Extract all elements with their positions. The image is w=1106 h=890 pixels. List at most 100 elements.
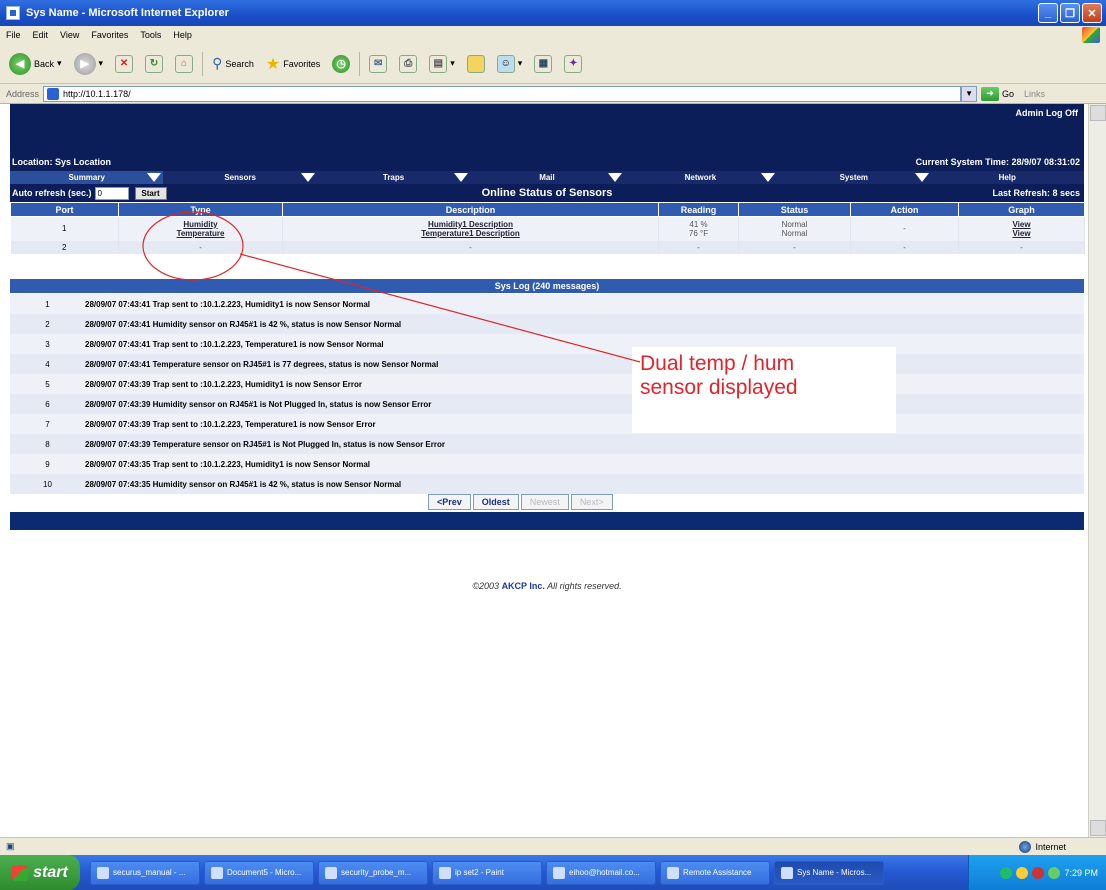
taskbar-item-label: eihoo@hotmail.co...: [569, 868, 640, 877]
humidity-reading: 41 %: [689, 219, 708, 229]
status-cell: -: [738, 240, 851, 254]
taskbar-item[interactable]: Document5 - Micro...: [204, 860, 314, 885]
word-doc-icon: [97, 866, 109, 879]
go-arrow-icon: ➜: [981, 86, 1000, 101]
menu-favorites[interactable]: Favorites: [91, 30, 128, 40]
tab-mail[interactable]: Mail: [470, 171, 623, 184]
window-title: Sys Name - Microsoft Internet Explorer: [26, 7, 229, 19]
taskbar-item[interactable]: ip set2 - Paint: [432, 860, 542, 885]
mail-button[interactable]: ✉: [366, 50, 390, 78]
menu-edit[interactable]: Edit: [33, 30, 49, 40]
type-cell: Humidity Temperature: [118, 216, 283, 241]
tray-icon[interactable]: [1016, 866, 1029, 879]
menu-file[interactable]: File: [6, 30, 21, 40]
address-dropdown[interactable]: ▼: [961, 85, 978, 102]
minimize-button[interactable]: _: [1038, 3, 1058, 23]
taskbar-item[interactable]: securus_manual - ...: [90, 860, 200, 885]
home-button[interactable]: ⌂: [172, 50, 196, 78]
taskbar-item[interactable]: Remote Assistance: [660, 860, 770, 885]
scroll-up-arrow[interactable]: [1090, 105, 1106, 121]
admin-logoff-link[interactable]: Admin Log Off: [1016, 108, 1079, 118]
start-button[interactable]: start: [0, 855, 80, 890]
description-cell: Humidity1 Description Temperature1 Descr…: [282, 216, 659, 241]
stop-button[interactable]: ✕: [112, 50, 136, 78]
search-button[interactable]: ⚲ Search: [209, 50, 257, 78]
menu-tools[interactable]: Tools: [140, 30, 161, 40]
ie-app-icon: [6, 6, 20, 20]
home-icon: ⌂: [175, 54, 194, 73]
oldest-button[interactable]: Oldest: [472, 494, 519, 510]
auto-refresh-label: Auto refresh (sec.): [12, 188, 92, 198]
links-button[interactable]: Links: [1024, 89, 1045, 99]
close-button[interactable]: ✕: [1082, 3, 1102, 23]
col-type: Type: [118, 202, 283, 217]
table-header-row: Port Type Description Reading Status Act…: [10, 202, 1085, 217]
folder-button[interactable]: [464, 50, 488, 78]
research-button[interactable]: ▦: [531, 50, 555, 78]
restore-button[interactable]: ❐: [1060, 3, 1080, 23]
messenger-button[interactable]: ☺ ▾: [494, 50, 526, 78]
tab-label: System: [839, 173, 869, 182]
col-reading: Reading: [658, 202, 739, 217]
temperature-type-link[interactable]: Temperature: [119, 229, 282, 238]
history-button[interactable]: ◷: [329, 50, 353, 78]
table-row: 2 - - - - - -: [10, 240, 1085, 254]
taskbar-item[interactable]: eihoo@hotmail.co...: [546, 860, 656, 885]
go-button[interactable]: ➜ Go: [981, 86, 1015, 101]
prev-button[interactable]: <Prev: [428, 494, 471, 510]
window-titlebar[interactable]: Sys Name - Microsoft Internet Explorer _…: [0, 0, 1106, 26]
log-message: 28/09/07 07:43:41 Humidity sensor on RJ4…: [85, 314, 1084, 334]
refresh-button[interactable]: ↻: [142, 50, 166, 78]
mail-icon: ✉: [369, 54, 388, 73]
forward-button[interactable]: ▶ ▾: [71, 50, 107, 78]
menu-help[interactable]: Help: [173, 30, 192, 40]
taskbar-item[interactable]: security_probe_m...: [318, 860, 428, 885]
zone-label: Internet: [1035, 841, 1066, 852]
scroll-down-arrow[interactable]: [1090, 820, 1106, 836]
tab-help[interactable]: Help: [931, 171, 1084, 184]
temperature-description-link[interactable]: Temperature1 Description: [283, 229, 658, 238]
auto-refresh-input[interactable]: [94, 186, 129, 200]
tab-sensors[interactable]: Sensors: [163, 171, 316, 184]
humidity-type-link[interactable]: Humidity: [119, 220, 282, 229]
syslog-table: 1 28/09/07 07:43:41 Trap sent to :10.1.2.…: [10, 294, 1084, 494]
humidity-description-link[interactable]: Humidity1 Description: [283, 220, 658, 229]
screen: Sys Name - Microsoft Internet Explorer _…: [0, 0, 1106, 890]
brand-link[interactable]: AKCP Inc.: [502, 581, 545, 591]
tab-label: Sensors: [224, 173, 256, 182]
start-button[interactable]: Start: [134, 186, 167, 200]
edit-button[interactable]: ▤ ▾: [426, 50, 458, 78]
tab-summary[interactable]: Summary: [10, 171, 164, 184]
log-number: 7: [10, 414, 85, 434]
print-button[interactable]: ⎙: [396, 50, 420, 78]
humidity-graph-view-link[interactable]: View: [959, 220, 1084, 229]
col-graph: Graph: [958, 202, 1085, 217]
discuss-button[interactable]: ✦: [561, 50, 585, 78]
newest-button[interactable]: Newest: [520, 494, 569, 510]
temperature-graph-view-link[interactable]: View: [959, 229, 1084, 238]
back-button[interactable]: ◀ Back ▾: [6, 50, 65, 78]
refresh-icon: ↻: [145, 54, 164, 73]
tab-system[interactable]: System: [777, 171, 930, 184]
tab-network[interactable]: Network: [624, 171, 777, 184]
taskbar-item-label: Document5 - Micro...: [227, 868, 302, 877]
log-row: 4 28/09/07 07:43:41 Temperature sensor on…: [10, 354, 1084, 374]
favorites-button[interactable]: ★ Favorites: [263, 50, 323, 78]
messenger-icon: ☺: [496, 54, 515, 73]
log-message: 28/09/07 07:43:35 Trap sent to :10.1.2.2…: [85, 454, 1084, 474]
page-scrollbar[interactable]: [1088, 104, 1106, 837]
tray-icon[interactable]: [1000, 866, 1013, 879]
syslog-title: Sys Log (240 messages): [10, 279, 1084, 293]
taskbar-item[interactable]: Sys Name - Micros...: [774, 860, 884, 885]
go-label: Go: [1002, 88, 1015, 99]
next-button[interactable]: Next>: [570, 494, 613, 510]
tray-icon[interactable]: [1032, 866, 1045, 879]
stop-icon: ✕: [115, 54, 134, 73]
tray-icon[interactable]: [1048, 866, 1061, 879]
clock[interactable]: 7:29 PM: [1064, 868, 1098, 878]
action-cell: -: [850, 216, 959, 241]
menu-view[interactable]: View: [60, 30, 79, 40]
address-input[interactable]: http://10.1.1.178/: [43, 85, 962, 102]
annotation-text: Dual temp / hum sensor displayed: [640, 352, 798, 400]
tab-traps[interactable]: Traps: [317, 171, 470, 184]
